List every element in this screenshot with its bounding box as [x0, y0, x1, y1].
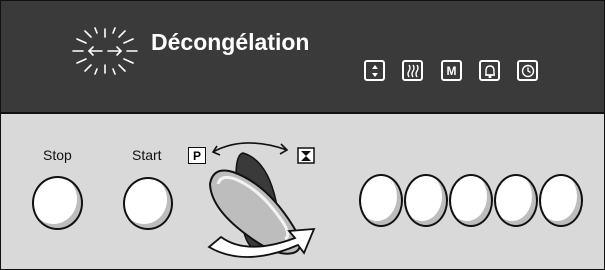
heat-waves-icon[interactable] [402, 60, 423, 81]
selector-knob-assembly [207, 142, 316, 258]
memory-m-label: M [446, 63, 457, 78]
bell-icon[interactable] [479, 60, 500, 81]
start-label: Start [132, 147, 162, 163]
display-screen: Décongélation M [1, 1, 604, 114]
function-button-1[interactable] [359, 174, 403, 227]
up-down-arrows-icon[interactable] [364, 60, 385, 81]
memory-m-icon[interactable]: M [441, 60, 462, 81]
clock-icon[interactable] [517, 60, 538, 81]
function-button-5[interactable] [539, 174, 583, 227]
function-button-3[interactable] [449, 174, 493, 227]
start-button[interactable] [123, 177, 173, 230]
function-button-2[interactable] [404, 174, 448, 227]
function-button-4[interactable] [494, 174, 538, 227]
mode-title: Décongélation [151, 29, 310, 55]
oven-control-panel: Décongélation M Stop Start P [0, 0, 605, 270]
stop-button[interactable] [32, 176, 83, 230]
defrost-icon [72, 27, 138, 75]
rotation-direction-arrow-top [211, 142, 289, 156]
hourglass-icon [297, 147, 315, 164]
stop-label: Stop [43, 147, 72, 163]
